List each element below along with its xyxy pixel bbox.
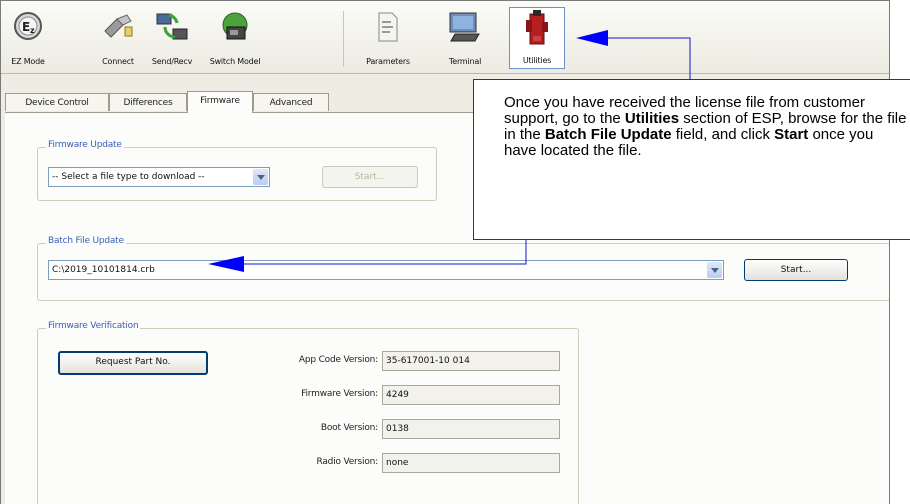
batch-leader-line (244, 240, 527, 265)
callout-arrows (208, 30, 691, 272)
utilities-leader-line (606, 37, 691, 80)
arrow-to-utilities-icon (576, 30, 608, 46)
arrow-to-batch-file-path (208, 256, 244, 272)
tab-firmware[interactable]: Firmware (187, 91, 253, 113)
